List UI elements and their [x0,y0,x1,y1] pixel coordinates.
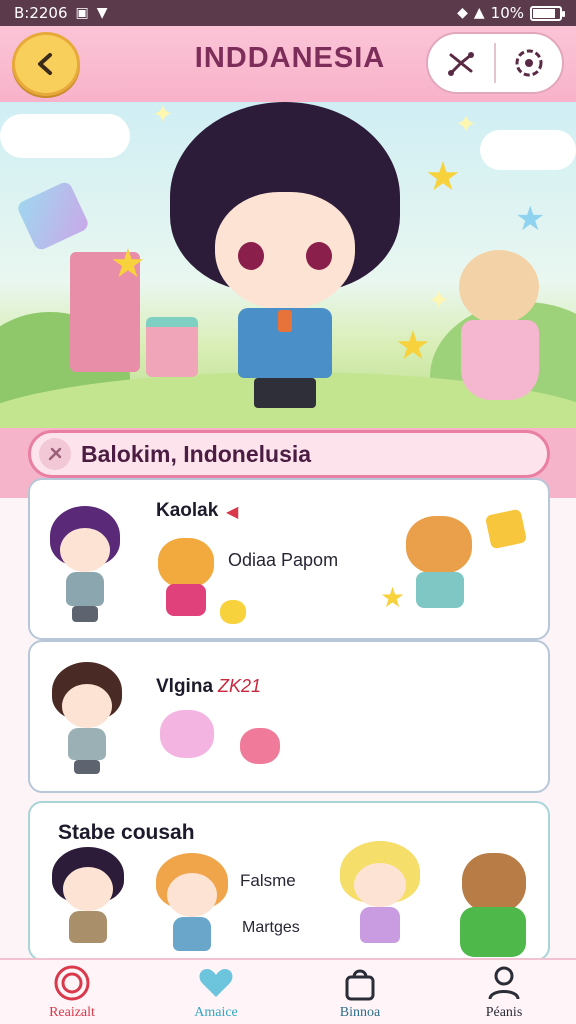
character-outfit [66,572,104,606]
back-button[interactable] [12,32,80,96]
card-character [52,847,124,959]
character-legs [72,606,98,622]
card-character [52,662,122,780]
sign-decoration [484,508,528,550]
character-face [215,192,355,310]
heart-icon [199,969,233,997]
battery-icon [530,5,565,21]
dog-character [406,516,472,574]
character-outfit [173,917,211,951]
character-face [63,867,113,911]
character-face [354,863,406,907]
dog-outfit [416,572,464,608]
settings-icon [515,49,543,77]
cactus-character [462,853,526,913]
card-title: Kaolak [156,500,219,521]
card-subtitle: Falsme [240,871,296,890]
profile-icon [488,966,520,1000]
character-card[interactable]: Kaolak ◀ Odiaa Papom ★ [28,478,550,640]
card-character [340,841,420,957]
character-tie [278,310,292,332]
nav-label: Péanis [485,1005,523,1020]
nav-label: Amaice [194,1005,238,1020]
status-time: B:2206 [14,4,68,22]
cactus-body [460,907,526,957]
settings-button[interactable] [496,34,562,92]
character-legs [74,760,100,774]
side-character-dress [461,320,539,400]
bottom-navigation: Reaizalt Amaice Binnoa Péanis [0,958,576,1024]
app-header: INDDANESIA [0,26,576,102]
nav-favorites[interactable]: Amaice [144,960,288,1024]
card-title: Vlgina [156,676,214,697]
character-legs [254,378,316,408]
main-character [160,102,410,412]
character-eye [238,242,264,270]
star-buddy [220,600,246,624]
character-face [62,684,112,728]
nav-profile[interactable]: Péanis [432,960,576,1024]
fox-outfit [166,584,206,616]
star-decoration: ★ [425,154,461,200]
cloud-decoration [480,130,576,170]
card-title: Stabe cousah [58,821,195,844]
chevron-left-icon [38,53,52,75]
crystal-decoration [15,180,91,252]
side-character-head [459,250,539,324]
location-bar[interactable]: Balokim, Indonelusia [28,430,550,478]
header-actions [426,32,564,94]
character-outfit [68,728,106,760]
sparkle-decoration: ✦ [428,286,450,316]
bag-icon [345,969,375,1001]
tag-icon: ◀ [226,502,239,521]
heart-buddy [240,728,280,764]
character-face [60,528,110,572]
location-text: Balokim, Indonelusia [81,440,312,467]
character-eye [306,242,332,270]
nav-label: Binnoa [339,1005,381,1020]
fox-character [158,538,214,588]
page-title: INDDANESIA [194,42,386,74]
character-face [167,873,217,917]
share-icon [448,52,474,76]
card-subtitle: Martges [242,919,300,936]
card-subtitle: Odiaa Papom [228,550,339,570]
star-decoration: ★ [515,199,546,239]
character-card[interactable]: Stabe cousah Falsme Martges [28,801,550,961]
nav-label: Reaizalt [49,1005,95,1020]
hero-illustration: ★ ★ ★ ★ ✦ ✦ ✦ [0,102,576,428]
card-badge: ZK21 [218,676,262,696]
star-decoration: ★ [110,241,146,287]
battery-percent: 10% [490,4,524,22]
character-outfit [360,907,400,943]
wifi-icon: ◆ [457,5,468,21]
home-icon [54,965,90,1001]
card-character [50,506,120,628]
card-character [156,853,228,957]
signal-down-icon: ▼ [96,5,108,21]
pin-icon [39,438,71,470]
nav-shop[interactable]: Binnoa [288,960,432,1024]
character-card[interactable]: Vlgina ZK21 [28,640,550,793]
character-outfit [69,911,107,943]
side-character [455,250,545,415]
share-button[interactable] [428,34,494,92]
blob-character [160,710,214,758]
notification-icon: ▣ [75,5,89,21]
cloud-decoration [0,114,130,158]
sparkle-decoration: ✦ [455,110,477,140]
status-bar: B:2206 ▣ ▼ ◆ ▲ 10% [0,0,576,26]
star-decoration: ★ [380,581,406,614]
nav-home[interactable]: Reaizalt [0,960,144,1024]
cell-signal-icon: ▲ [473,5,485,21]
